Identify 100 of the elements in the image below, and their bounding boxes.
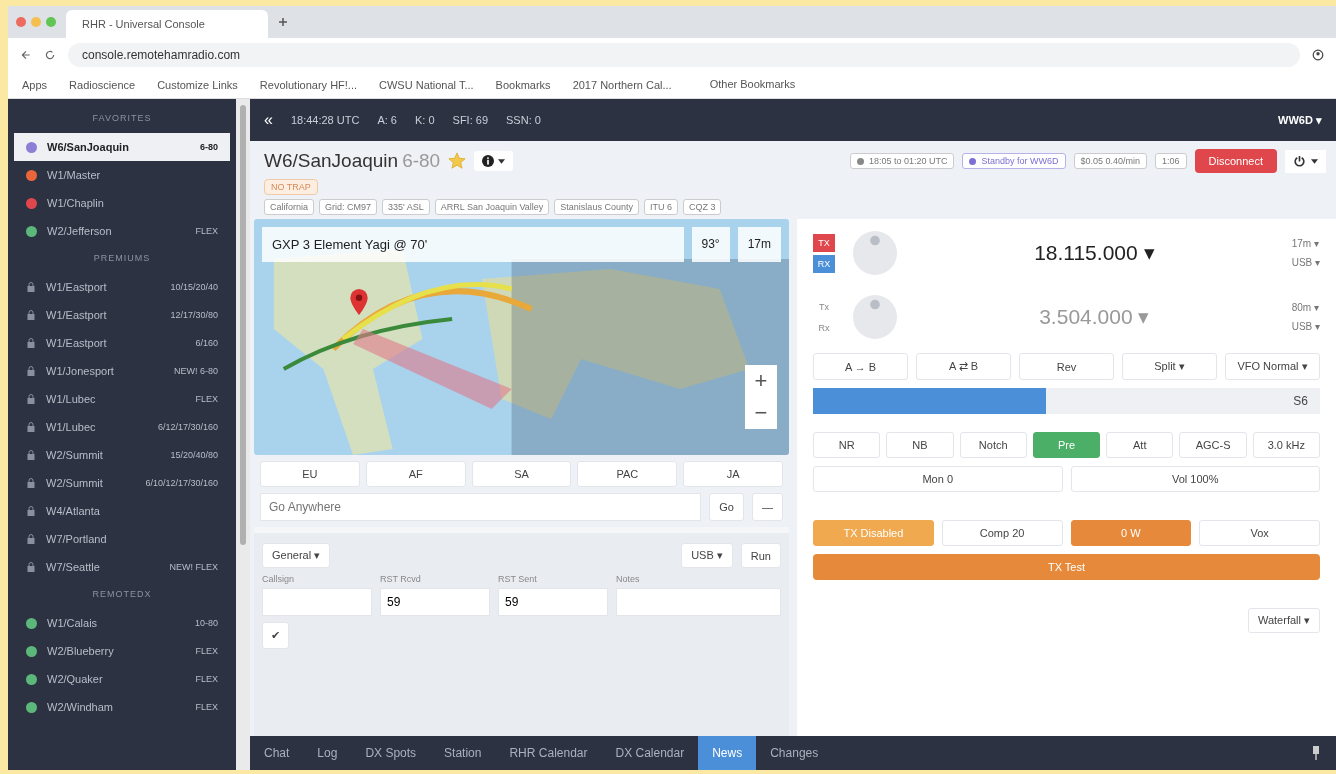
frequency-display[interactable]: 18.115.000 ▾ [915, 241, 1274, 265]
waterfall-dropdown[interactable]: Waterfall ▾ [1247, 608, 1320, 633]
power-dropdown[interactable] [1285, 149, 1326, 173]
mode-dropdown[interactable]: USB ▾ [1291, 321, 1320, 332]
audio-button[interactable]: Vol 100% [1070, 466, 1320, 492]
station-item[interactable]: W1/Master [14, 161, 230, 189]
vfo-button[interactable]: A → B [813, 353, 908, 380]
region-button[interactable]: JA [683, 461, 783, 487]
location-field[interactable]: Go Anywhere [260, 493, 702, 521]
submit-button[interactable]: ✔ [262, 622, 289, 649]
filter-button[interactable]: Att [1106, 432, 1174, 458]
station-item[interactable]: W2/Blueberry FLEX [14, 637, 230, 665]
station-item[interactable]: W7/Seattle NEW! FLEX [14, 553, 230, 581]
station-item[interactable]: W1/Eastport 10/15/20/40 [14, 273, 230, 301]
region-button[interactable]: EU [260, 461, 360, 487]
band-label: 17m [737, 227, 781, 262]
mode-dropdown[interactable]: USB ▾ [1291, 257, 1320, 268]
new-tab-icon[interactable] [278, 17, 288, 27]
station-item[interactable]: W1/Chaplin [14, 189, 230, 217]
star-icon[interactable] [448, 152, 467, 170]
station-item[interactable]: W1/Eastport 6/160 [14, 329, 230, 357]
station-item[interactable]: W4/Atlanta [14, 497, 230, 525]
filter-button[interactable]: NR [813, 432, 881, 458]
station-item[interactable]: W2/Jefferson FLEX [14, 217, 230, 245]
filter-button[interactable]: NB [886, 432, 954, 458]
user-menu[interactable]: WW6D ▾ [1278, 113, 1322, 127]
mode-dropdown[interactable]: USB ▾ [681, 543, 733, 568]
tx-button[interactable]: Comp 20 [941, 520, 1063, 546]
scrollbar-thumb[interactable] [240, 105, 246, 545]
bookmark-link[interactable]: Apps [22, 79, 48, 91]
vfo-button[interactable]: Split ▾ [1122, 353, 1217, 380]
bottom-tab[interactable]: Changes [756, 736, 833, 770]
station-item[interactable]: W2/Windham FLEX [14, 693, 230, 721]
bookmark-link[interactable]: Bookmarks [495, 79, 551, 91]
lock-icon [26, 449, 36, 461]
log-input-field[interactable]: 59 [498, 588, 608, 616]
vfo-button[interactable]: VFO Normal ▾ [1225, 353, 1320, 380]
maximize-window-button[interactable] [46, 17, 56, 27]
profile-icon[interactable] [1312, 49, 1324, 61]
vfo-button[interactable]: Rev [1019, 353, 1114, 380]
filter-button[interactable]: Notch [959, 432, 1027, 458]
region-button[interactable]: AF [365, 461, 466, 487]
bottom-tab[interactable]: DX Calendar [601, 736, 699, 770]
rx-indicator: RX [813, 254, 835, 273]
section-heading: FAVORITES [91, 112, 153, 125]
band-dropdown[interactable]: 17m ▾ [1291, 238, 1320, 249]
browser-tab[interactable]: RHR - Universal Console [66, 10, 268, 38]
station-item[interactable]: W2/Summit 15/20/40/80 [14, 441, 230, 469]
bookmark-link[interactable]: Customize Links [157, 79, 238, 91]
run-button[interactable]: Run [740, 543, 781, 568]
rx-indicator: Rx [817, 321, 831, 335]
bookmark-link[interactable]: Radioscience [69, 79, 136, 91]
band-dropdown[interactable]: 80m ▾ [1291, 302, 1320, 313]
reload-icon[interactable] [44, 49, 56, 61]
go-button[interactable]: Go [709, 493, 744, 521]
filter-button[interactable]: AGC-S [1179, 432, 1247, 458]
info-icon [482, 155, 495, 167]
tx-button[interactable]: Vox [1199, 520, 1320, 546]
bottom-tab[interactable]: Log [303, 736, 352, 770]
region-button[interactable]: PAC [577, 461, 678, 487]
bottom-tab[interactable]: Station [430, 736, 496, 770]
station-item[interactable]: W2/Quaker FLEX [14, 665, 230, 693]
minimize-window-button[interactable] [31, 17, 41, 27]
audio-button[interactable]: Mon 0 [813, 466, 1063, 492]
log-type-dropdown[interactable]: General ▾ [262, 543, 331, 568]
address-field[interactable]: console.remotehamradio.com [68, 43, 1300, 67]
map-pin-icon [350, 289, 368, 315]
station-item[interactable]: W2/Summit 6/10/12/17/30/160 [14, 469, 230, 497]
lock-icon [26, 561, 36, 573]
close-window-button[interactable] [16, 17, 26, 27]
info-dropdown[interactable] [474, 151, 514, 171]
tx-indicator: TX [813, 233, 835, 252]
station-item[interactable]: W1/Eastport 12/17/30/80 [14, 301, 230, 329]
log-input-field[interactable] [262, 588, 372, 616]
log-input-field[interactable]: 59 [380, 588, 490, 616]
vfo-button[interactable]: A ⇄ B [916, 353, 1011, 380]
bookmark-link[interactable]: 2017 Northern Cal... [572, 79, 672, 91]
filter-button[interactable]: 3.0 kHz [1252, 432, 1320, 458]
minus-button[interactable]: — [752, 493, 783, 521]
station-item[interactable]: W6/SanJoaquin 6-80 [14, 133, 230, 161]
station-item[interactable]: W7/Portland [14, 525, 230, 553]
station-item[interactable]: W1/Calais 10-80 [14, 609, 230, 637]
bottom-tab[interactable]: Chat [250, 736, 304, 770]
station-item[interactable]: W1/Jonesport NEW! 6-80 [14, 357, 230, 385]
tuning-knob[interactable] [853, 231, 897, 275]
station-item[interactable]: W1/Lubec 6/12/17/30/160 [14, 413, 230, 441]
tuning-knob[interactable] [853, 295, 897, 339]
pin-icon[interactable] [1312, 746, 1320, 760]
bottom-tab[interactable]: DX Spots [351, 736, 431, 770]
lock-icon [26, 309, 36, 321]
collapse-button[interactable]: « [264, 111, 273, 129]
station-bands: 6-80 [402, 150, 441, 172]
log-input-field[interactable] [616, 588, 781, 616]
station-item[interactable]: W1/Lubec FLEX [14, 385, 230, 413]
disconnect-button[interactable]: Disconnect [1194, 149, 1277, 173]
back-icon[interactable] [20, 49, 32, 61]
bookmark-link[interactable]: Revolutionary HF!... [259, 79, 358, 91]
bookmark-link[interactable]: CWSU National T... [379, 79, 474, 91]
region-button[interactable]: SA [471, 461, 572, 487]
bottom-tab[interactable]: RHR Calendar [495, 736, 602, 770]
